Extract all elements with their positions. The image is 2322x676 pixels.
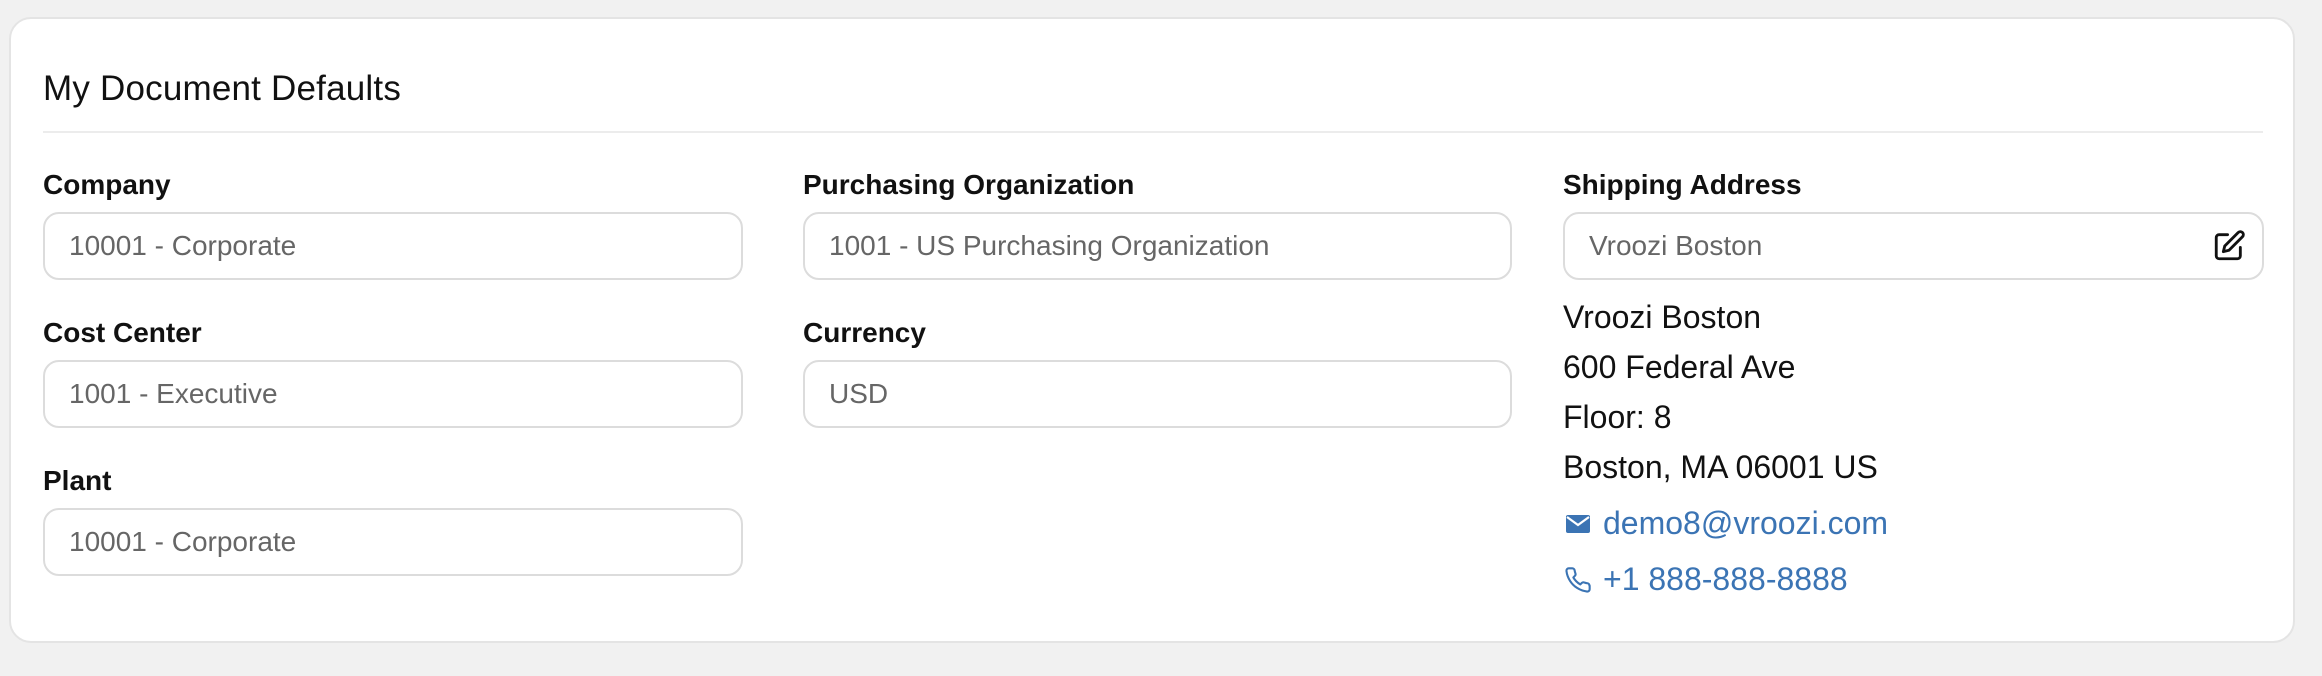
plant-field[interactable]: 10001 - Corporate: [43, 508, 743, 576]
cost-center-value: 1001 - Executive: [69, 378, 278, 409]
phone-text: +1 888-888-8888: [1603, 561, 1848, 597]
phone-link[interactable]: +1 888-888-8888: [1563, 561, 1848, 598]
address-floor: Floor: 8: [1563, 399, 1672, 435]
company-field[interactable]: 10001 - Corporate: [43, 212, 743, 280]
address-street: 600 Federal Ave: [1563, 349, 1796, 385]
title-divider: [43, 131, 2263, 133]
plant-value: 10001 - Corporate: [69, 526, 297, 557]
card-title: My Document Defaults: [43, 69, 402, 108]
currency-value: USD: [829, 378, 889, 409]
cost-center-label: Cost Center: [43, 317, 202, 348]
plant-label: Plant: [43, 465, 112, 496]
currency-label: Currency: [803, 317, 926, 348]
shipping-address-value: Vroozi Boston: [1589, 230, 1763, 261]
edit-icon[interactable]: [2210, 227, 2248, 265]
document-defaults-card: My Document Defaults Company 10001 - Cor…: [9, 17, 2295, 643]
purchasing-org-label: Purchasing Organization: [803, 169, 1135, 200]
company-label: Company: [43, 169, 171, 200]
address-city-line: Boston, MA 06001 US: [1563, 449, 1878, 485]
mail-icon: [1563, 509, 1593, 539]
email-link[interactable]: demo8@vroozi.com: [1563, 505, 1888, 542]
currency-field[interactable]: USD: [803, 360, 1512, 428]
company-value: 10001 - Corporate: [69, 230, 297, 261]
purchasing-org-field[interactable]: 1001 - US Purchasing Organization: [803, 212, 1512, 280]
email-text: demo8@vroozi.com: [1603, 505, 1889, 541]
purchasing-org-value: 1001 - US Purchasing Organization: [829, 230, 1270, 261]
shipping-address-field[interactable]: Vroozi Boston: [1563, 212, 2264, 280]
phone-icon: [1563, 565, 1593, 595]
address-name: Vroozi Boston: [1563, 299, 1762, 335]
shipping-address-label: Shipping Address: [1563, 169, 1802, 200]
cost-center-field[interactable]: 1001 - Executive: [43, 360, 743, 428]
